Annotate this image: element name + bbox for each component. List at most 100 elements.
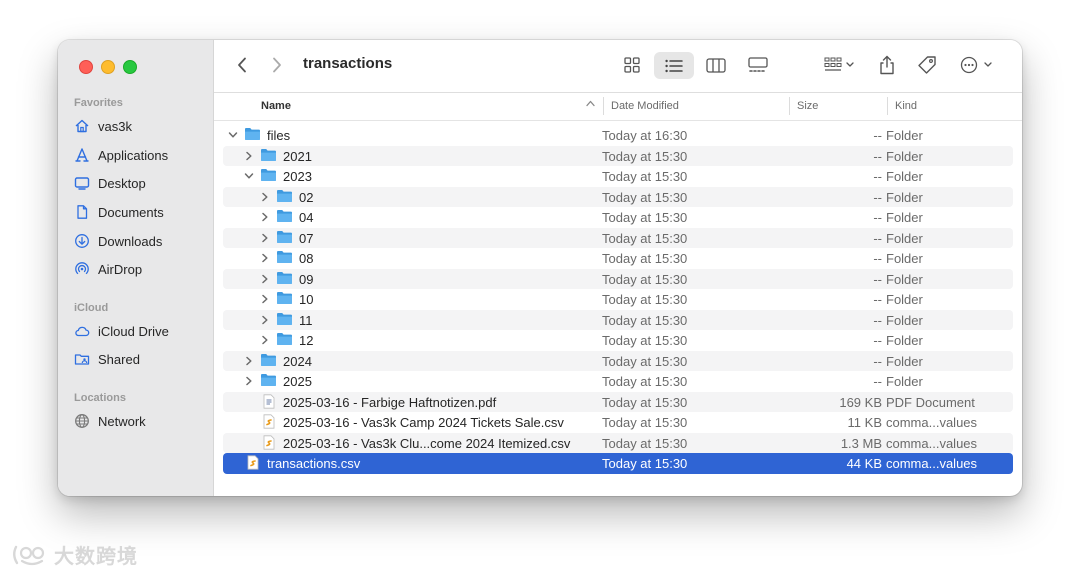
column-separator[interactable]	[789, 97, 790, 115]
sidebar-item-desktop[interactable]: Desktop	[74, 172, 204, 194]
file-size: --	[873, 374, 882, 389]
table-row[interactable]: 2025-03-16 - Vas3k Clu...come 2024 Itemi…	[223, 432, 1013, 453]
list-view-button[interactable]	[654, 52, 694, 79]
table-row[interactable]: 08 Today at 15:30 -- Folder	[223, 248, 1013, 269]
chevron-right-icon[interactable]	[260, 233, 270, 243]
table-row[interactable]: 2021 Today at 15:30 -- Folder	[223, 145, 1013, 166]
sidebar-item-label: Downloads	[98, 233, 163, 249]
sidebar-item-label: vas3k	[98, 118, 132, 134]
file-name: 2025-03-16 - Vas3k Clu...come 2024 Itemi…	[283, 435, 571, 451]
table-row[interactable]: 2025-03-16 - Vas3k Camp 2024 Tickets Sal…	[223, 412, 1013, 433]
column-header-date[interactable]: Date Modified	[611, 100, 679, 112]
table-row[interactable]: 07 Today at 15:30 -- Folder	[223, 227, 1013, 248]
file-kind: Folder	[886, 251, 923, 266]
network-icon	[75, 414, 89, 428]
sidebar-item-label: Documents	[98, 204, 164, 220]
group-by-button[interactable]	[818, 52, 860, 78]
chevron-right-icon[interactable]	[260, 274, 270, 284]
icon-view-button[interactable]	[616, 52, 648, 78]
table-row[interactable]: transactions.csv Today at 15:30 44 KB comma…	[223, 453, 1013, 474]
column-header-kind[interactable]: Kind	[895, 100, 917, 112]
column-header-name[interactable]: Name	[261, 100, 291, 112]
folder-icon	[277, 333, 292, 345]
file-kind: Folder	[886, 312, 923, 328]
applications-icon	[75, 148, 89, 162]
sidebar-item-vas3k[interactable]: vas3k	[74, 115, 204, 137]
column-view-button[interactable]	[700, 52, 732, 78]
back-button[interactable]	[232, 54, 252, 76]
folder-icon	[277, 292, 292, 304]
more-actions-button[interactable]	[956, 52, 998, 78]
chevron-right-icon[interactable]	[260, 212, 270, 222]
table-row[interactable]: 10 Today at 15:30 -- Folder	[223, 289, 1013, 310]
table-row[interactable]: 2025 Today at 15:30 -- Folder	[223, 371, 1013, 392]
icloud-section-title: iCloud	[74, 302, 109, 314]
watermark: 大数跨境	[10, 540, 138, 569]
file-kind: Folder	[886, 210, 923, 225]
file-size: --	[873, 169, 882, 184]
chevron-right-icon[interactable]	[260, 253, 270, 263]
sidebar-item-airdrop[interactable]: AirDrop	[74, 258, 204, 280]
column-header-size[interactable]: Size	[797, 100, 818, 112]
chevron-right-icon[interactable]	[260, 315, 270, 325]
table-row[interactable]: 09 Today at 15:30 -- Folder	[223, 268, 1013, 289]
table-row[interactable]: 02 Today at 15:30 -- Folder	[223, 186, 1013, 207]
sidebar-item-documents[interactable]: Documents	[74, 201, 204, 223]
table-row[interactable]: 04 Today at 15:30 -- Folder	[223, 207, 1013, 228]
file-kind: comma...values	[886, 435, 978, 451]
table-row[interactable]: 2023 Today at 15:30 -- Folder	[223, 166, 1013, 187]
chevron-down-icon[interactable]	[228, 130, 238, 140]
sidebar-item-shared[interactable]: Shared	[74, 348, 204, 370]
minimize-window-button[interactable]	[101, 60, 115, 74]
chevron-left-icon	[238, 57, 246, 73]
file-name: 04	[299, 210, 314, 225]
shared-folder-icon	[74, 354, 90, 365]
chevron-right-icon[interactable]	[260, 335, 270, 345]
gallery-view-button[interactable]	[742, 52, 774, 78]
file-kind: Folder	[886, 353, 923, 369]
table-row[interactable]: 12 Today at 15:30 -- Folder	[223, 330, 1013, 351]
chevron-right-icon[interactable]	[260, 294, 270, 304]
sidebar-item-label: Shared	[98, 351, 140, 367]
file-kind: Folder	[886, 189, 923, 205]
file-date: Today at 15:30	[602, 435, 688, 451]
home-icon	[75, 119, 89, 133]
file-size: 11 KB	[847, 415, 882, 430]
traffic-lights	[79, 60, 137, 74]
sidebar-item-downloads[interactable]: Downloads	[74, 230, 204, 252]
chevron-right-icon[interactable]	[244, 151, 254, 161]
chevron-down-icon[interactable]	[244, 171, 254, 181]
folder-icon	[277, 189, 292, 202]
chevron-right-icon[interactable]	[244, 376, 254, 386]
file-name: 2024	[283, 353, 312, 369]
column-separator[interactable]	[603, 97, 604, 115]
close-window-button[interactable]	[79, 60, 93, 74]
tags-button[interactable]	[914, 52, 940, 78]
cloud-icon	[75, 326, 90, 337]
column-separator[interactable]	[887, 97, 888, 115]
file-date: Today at 15:30	[602, 189, 688, 205]
columns-icon	[706, 57, 726, 73]
folder-icon	[245, 128, 260, 140]
chevron-right-icon[interactable]	[244, 356, 254, 366]
chevron-right-icon[interactable]	[260, 192, 270, 202]
share-button[interactable]	[874, 51, 900, 79]
file-kind: Folder	[886, 374, 923, 389]
table-row[interactable]: 11 Today at 15:30 -- Folder	[223, 309, 1013, 330]
file-kind: Folder	[886, 271, 923, 287]
table-row[interactable]: 2024 Today at 15:30 -- Folder	[223, 350, 1013, 371]
sidebar-item-applications[interactable]: Applications	[74, 144, 204, 166]
file-size: 1.3 MB	[840, 435, 882, 451]
folder-icon	[277, 210, 292, 222]
document-icon	[77, 205, 88, 219]
forward-button[interactable]	[267, 54, 287, 76]
table-row[interactable]: files Today at 16:30 -- Folder	[223, 125, 1013, 146]
table-row[interactable]: 2025-03-16 - Farbige Haftnotizen.pdf Toda…	[223, 391, 1013, 412]
sidebar-item-icloud-drive[interactable]: iCloud Drive	[74, 320, 204, 342]
file-date: Today at 15:30	[602, 148, 688, 164]
main-pane: transactions Name Date Modified Size Kin…	[214, 40, 1022, 496]
sidebar-item-network[interactable]: Network	[74, 410, 204, 432]
zoom-window-button[interactable]	[123, 60, 137, 74]
file-name: 11	[299, 312, 313, 328]
file-date: Today at 15:30	[602, 394, 688, 410]
